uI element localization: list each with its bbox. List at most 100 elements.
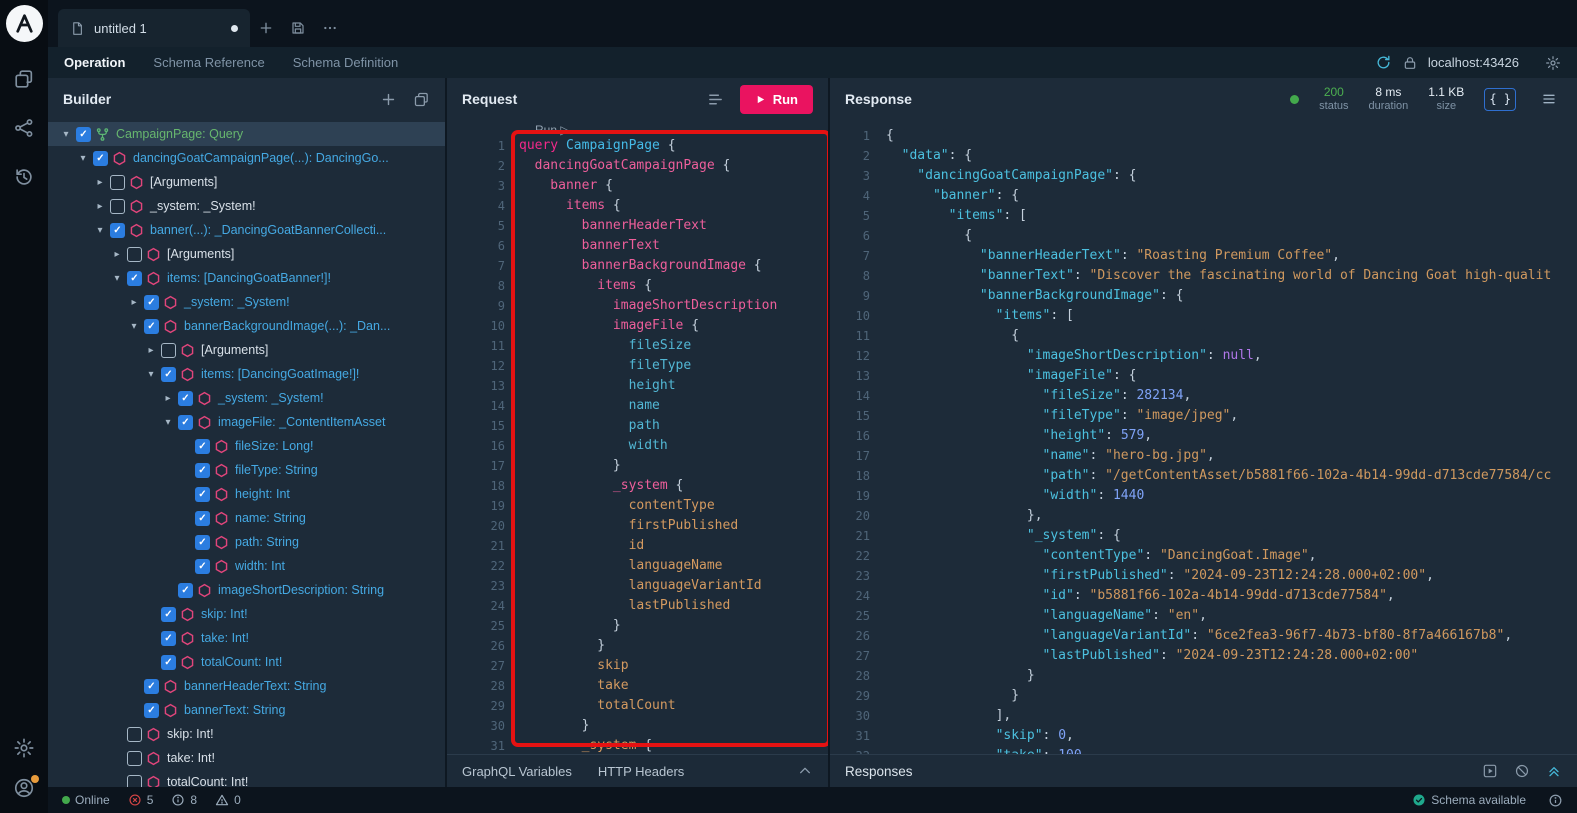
field-checkbox[interactable] xyxy=(110,199,125,214)
tree-item[interactable]: ▾✓banner(...): _DancingGoatBannerCollect… xyxy=(48,218,445,242)
field-checkbox[interactable]: ✓ xyxy=(93,151,108,166)
graphql-variables-toggle[interactable]: GraphQL Variables xyxy=(462,764,572,779)
open-in-window-icon[interactable] xyxy=(1482,763,1498,779)
tree-item[interactable]: totalCount: Int! xyxy=(48,770,445,787)
tree-item[interactable]: ✓width: Int xyxy=(48,554,445,578)
field-checkbox[interactable] xyxy=(127,751,142,766)
field-checkbox[interactable]: ✓ xyxy=(195,463,210,478)
inline-run-hint[interactable]: Run ▷ xyxy=(535,123,570,137)
refresh-schema-icon[interactable] xyxy=(1375,54,1392,71)
tree-item[interactable]: take: Int! xyxy=(48,746,445,770)
tree-item[interactable]: ✓totalCount: Int! xyxy=(48,650,445,674)
tree-item[interactable]: ✓fileType: String xyxy=(48,458,445,482)
field-checkbox[interactable] xyxy=(127,775,142,788)
tree-item[interactable]: ✓name: String xyxy=(48,506,445,530)
plugins-icon[interactable] xyxy=(13,117,35,139)
history-icon[interactable] xyxy=(13,166,35,188)
field-checkbox[interactable]: ✓ xyxy=(161,367,176,382)
field-checkbox[interactable]: ✓ xyxy=(161,655,176,670)
tab-schema-definition[interactable]: Schema Definition xyxy=(293,55,399,70)
field-checkbox[interactable]: ✓ xyxy=(144,679,159,694)
field-checkbox[interactable]: ✓ xyxy=(195,535,210,550)
add-operation-icon[interactable] xyxy=(380,91,397,108)
save-button[interactable] xyxy=(282,9,314,47)
field-checkbox[interactable]: ✓ xyxy=(195,439,210,454)
chevron-right-icon[interactable]: ▸ xyxy=(92,201,108,212)
list-view-button[interactable] xyxy=(1536,88,1562,111)
tree-item[interactable]: ▾✓dancingGoatCampaignPage(...): DancingG… xyxy=(48,146,445,170)
collections-icon[interactable] xyxy=(13,68,35,90)
chevron-right-icon[interactable]: ▸ xyxy=(160,393,176,404)
tree-item[interactable]: ✓bannerText: String xyxy=(48,698,445,722)
expand-double-chevron-icon[interactable] xyxy=(1546,763,1562,779)
cancel-request-icon[interactable] xyxy=(1514,763,1530,779)
new-tab-button[interactable] xyxy=(250,9,282,47)
chevron-right-icon[interactable]: ▸ xyxy=(126,297,142,308)
raw-json-view-button[interactable]: { } xyxy=(1484,88,1516,111)
tree-item[interactable]: ✓height: Int xyxy=(48,482,445,506)
tree-item[interactable]: ▾✓bannerBackgroundImage(...): _Dan... xyxy=(48,314,445,338)
chevron-down-icon[interactable]: ▾ xyxy=(75,153,91,164)
builder-tree[interactable]: ▾✓CampaignPage: Query▾✓dancingGoatCampai… xyxy=(48,122,445,787)
field-checkbox[interactable]: ✓ xyxy=(76,127,91,142)
endpoint-settings-gear-icon[interactable] xyxy=(1545,55,1561,71)
account-icon[interactable] xyxy=(13,777,35,799)
more-options-button[interactable] xyxy=(314,9,346,47)
about-info-icon[interactable] xyxy=(1548,793,1563,808)
tree-item[interactable]: ▸✓_system: _System! xyxy=(48,386,445,410)
error-count[interactable]: 5 xyxy=(128,793,154,807)
field-checkbox[interactable]: ✓ xyxy=(144,295,159,310)
tree-item[interactable]: ✓imageShortDescription: String xyxy=(48,578,445,602)
tree-item[interactable]: ▾✓imageFile: _ContentItemAsset xyxy=(48,410,445,434)
tab-operation[interactable]: Operation xyxy=(64,55,125,70)
field-checkbox[interactable]: ✓ xyxy=(110,223,125,238)
tree-item[interactable]: ▸[Arguments] xyxy=(48,170,445,194)
chevron-right-icon[interactable]: ▸ xyxy=(109,249,125,260)
tree-item[interactable]: ✓path: String xyxy=(48,530,445,554)
field-checkbox[interactable] xyxy=(127,727,142,742)
chevron-down-icon[interactable]: ▾ xyxy=(143,369,159,380)
tree-item[interactable]: ▾✓items: [DancingGoatBanner!]! xyxy=(48,266,445,290)
tree-item[interactable]: ▸[Arguments] xyxy=(48,338,445,362)
field-checkbox[interactable] xyxy=(161,343,176,358)
field-checkbox[interactable]: ✓ xyxy=(178,583,193,598)
collapse-chevron-up-icon[interactable] xyxy=(797,763,813,779)
prettify-icon[interactable] xyxy=(707,91,724,108)
field-checkbox[interactable]: ✓ xyxy=(161,631,176,646)
chevron-right-icon[interactable]: ▸ xyxy=(92,177,108,188)
field-checkbox[interactable]: ✓ xyxy=(144,319,159,334)
tree-item[interactable]: ▸[Arguments] xyxy=(48,242,445,266)
chevron-down-icon[interactable]: ▾ xyxy=(126,321,142,332)
endpoint-url[interactable]: localhost:43426 xyxy=(1428,55,1519,70)
chevron-down-icon[interactable]: ▾ xyxy=(109,273,125,284)
field-checkbox[interactable]: ✓ xyxy=(127,271,142,286)
field-checkbox[interactable]: ✓ xyxy=(144,703,159,718)
chevron-down-icon[interactable]: ▾ xyxy=(160,417,176,428)
field-checkbox[interactable]: ✓ xyxy=(178,415,193,430)
tree-item[interactable]: ✓fileSize: Long! xyxy=(48,434,445,458)
response-viewer[interactable]: 1{2 "data": {3 "dancingGoatCampaignPage"… xyxy=(830,120,1577,754)
chevron-down-icon[interactable]: ▾ xyxy=(92,225,108,236)
tab-untitled[interactable]: untitled 1 xyxy=(58,9,250,47)
duplicate-window-icon[interactable] xyxy=(413,91,430,108)
chevron-down-icon[interactable]: ▾ xyxy=(58,129,74,140)
field-checkbox[interactable]: ✓ xyxy=(195,559,210,574)
tree-item[interactable]: ✓skip: Int! xyxy=(48,602,445,626)
field-checkbox[interactable]: ✓ xyxy=(195,487,210,502)
tree-item[interactable]: ▾✓items: [DancingGoatImage!]! xyxy=(48,362,445,386)
tree-item[interactable]: ✓bannerHeaderText: String xyxy=(48,674,445,698)
warning-count[interactable]: 0 xyxy=(215,793,241,807)
tree-item[interactable]: ▸✓_system: _System! xyxy=(48,290,445,314)
info-count[interactable]: 8 xyxy=(171,793,197,807)
http-headers-toggle[interactable]: HTTP Headers xyxy=(598,764,684,779)
field-checkbox[interactable]: ✓ xyxy=(178,391,193,406)
field-checkbox[interactable]: ✓ xyxy=(161,607,176,622)
field-checkbox[interactable] xyxy=(127,247,142,262)
run-button[interactable]: Run xyxy=(740,85,813,114)
field-checkbox[interactable]: ✓ xyxy=(195,511,210,526)
tree-item[interactable]: skip: Int! xyxy=(48,722,445,746)
settings-gear-icon[interactable] xyxy=(13,737,35,759)
chevron-right-icon[interactable]: ▸ xyxy=(143,345,159,356)
field-checkbox[interactable] xyxy=(110,175,125,190)
tree-item[interactable]: ✓take: Int! xyxy=(48,626,445,650)
